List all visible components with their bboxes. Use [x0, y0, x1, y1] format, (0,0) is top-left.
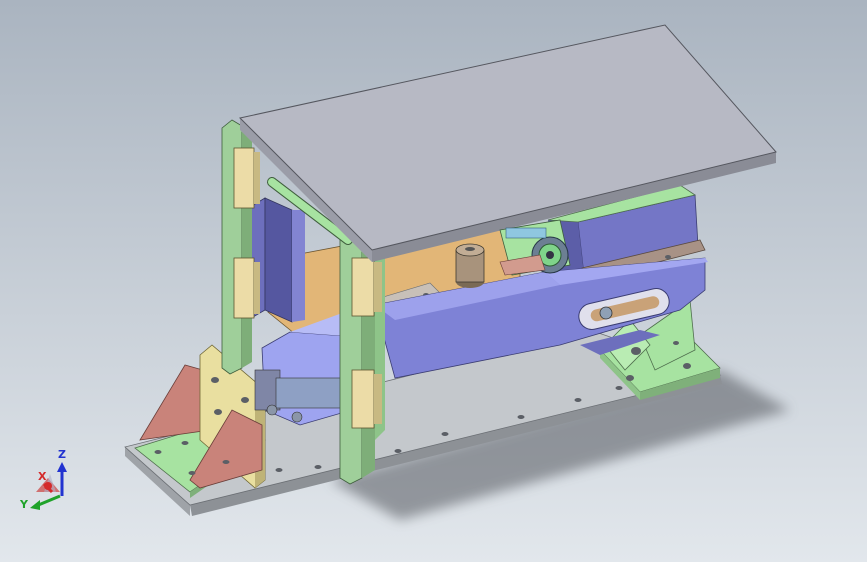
x-axis-label: X	[38, 470, 47, 483]
rear-rail-carriage-lower[interactable]	[233, 257, 260, 319]
cad-viewport[interactable]: X Y Z	[0, 0, 867, 562]
front-rail-carriage-upper[interactable]	[351, 257, 382, 317]
roller-bearing[interactable]	[499, 219, 571, 276]
z-axis-label: Z	[58, 448, 66, 461]
front-rail-carriage-lower[interactable]	[351, 369, 382, 429]
y-axis-label: Y	[19, 498, 29, 511]
rear-rail-carriage-upper[interactable]	[233, 147, 260, 209]
3d-model-view[interactable]: X Y Z	[0, 0, 867, 562]
cylindrical-boss[interactable]	[455, 243, 485, 288]
